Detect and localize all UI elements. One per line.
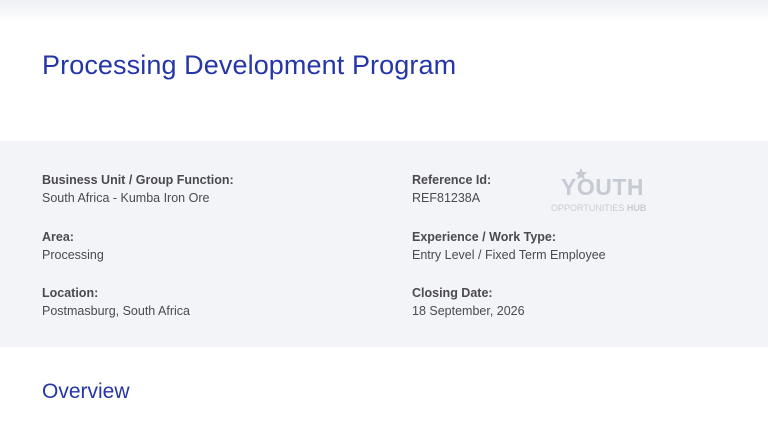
- business-unit-field: Business Unit / Group Function: South Af…: [42, 172, 234, 206]
- area-field: Area: Processing: [42, 229, 104, 263]
- top-shadow: [0, 0, 768, 22]
- experience-label: Experience / Work Type:: [412, 230, 557, 244]
- reference-id-label: Reference Id:: [412, 173, 492, 187]
- business-unit-label: Business Unit / Group Function:: [42, 173, 234, 187]
- closing-date-field: Closing Date: 18 September, 2026: [412, 285, 525, 319]
- reference-id-value: REF81238A: [412, 191, 481, 205]
- location-label: Location:: [42, 286, 99, 300]
- closing-date-value: 18 September, 2026: [412, 304, 525, 318]
- area-value: Processing: [42, 248, 104, 262]
- location-value: Postmasburg, South Africa: [42, 304, 190, 318]
- experience-value: Entry Level / Fixed Term Employee: [412, 248, 606, 262]
- reference-id-field: Reference Id: REF81238A: [412, 172, 491, 206]
- business-unit-value: South Africa - Kumba Iron Ore: [42, 191, 210, 205]
- location-field: Location: Postmasburg, South Africa: [42, 285, 190, 319]
- experience-field: Experience / Work Type: Entry Level / Fi…: [412, 229, 606, 263]
- overview-heading: Overview: [42, 380, 130, 403]
- page-title: Processing Development Program: [42, 50, 457, 80]
- job-details-panel: Business Unit / Group Function: South Af…: [0, 141, 768, 347]
- area-label: Area:: [42, 230, 74, 244]
- closing-date-label: Closing Date:: [412, 286, 493, 300]
